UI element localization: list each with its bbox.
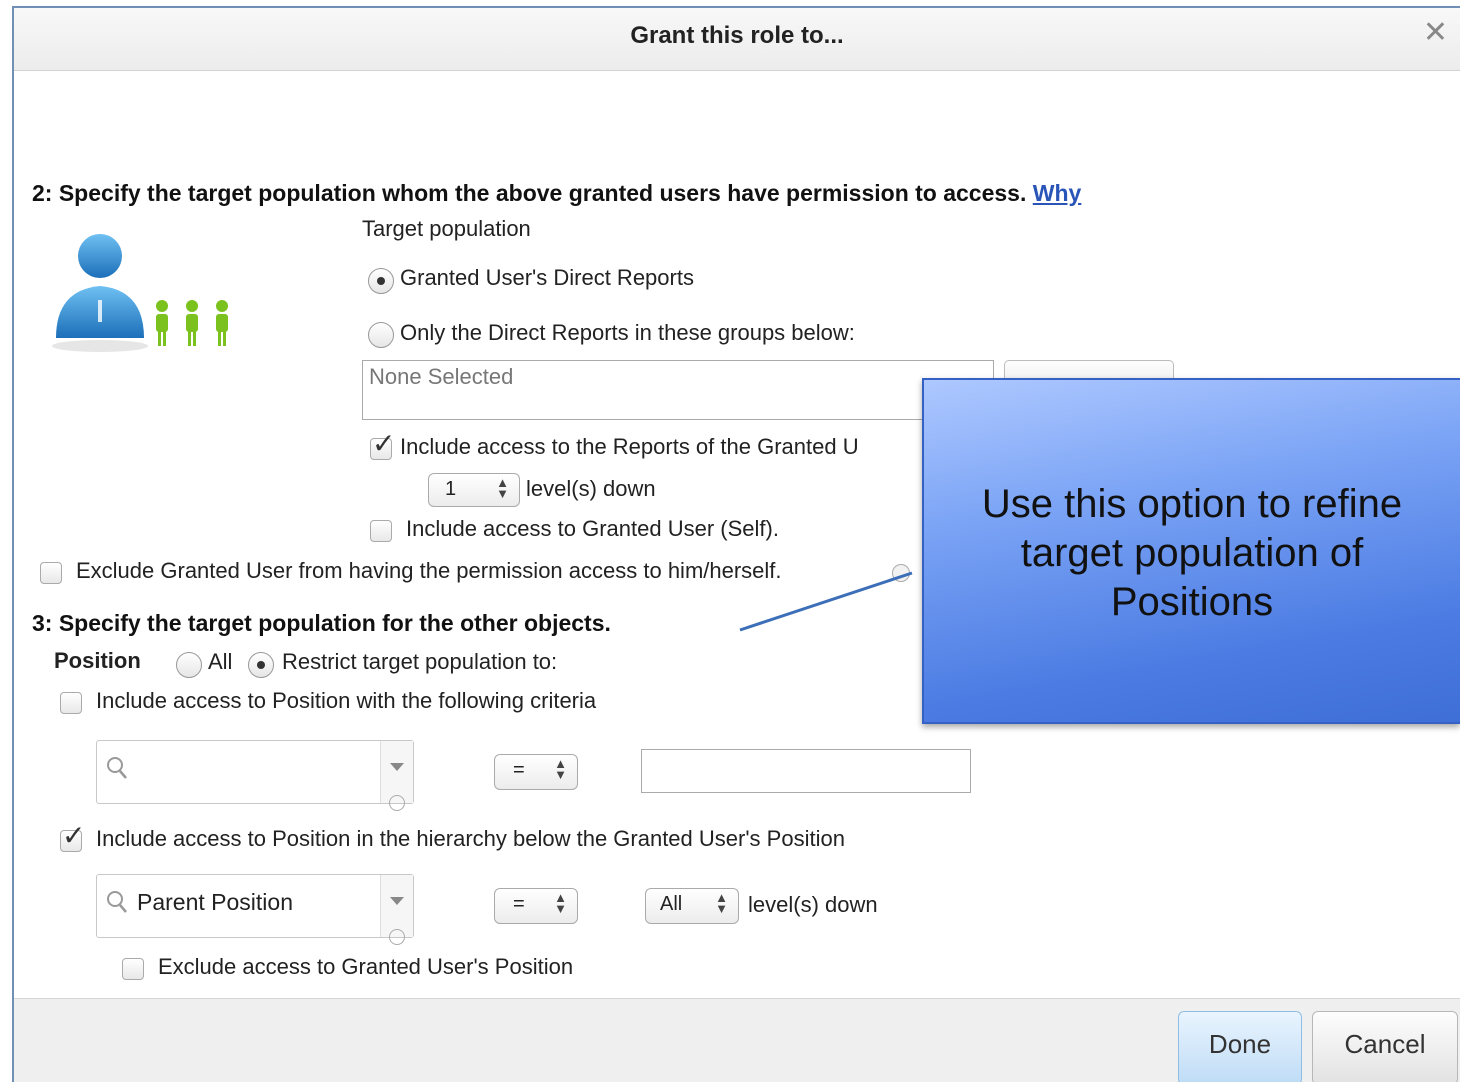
callout-text: Use this option to refine target populat… (924, 480, 1460, 627)
callout-line-3: Positions (1110, 580, 1274, 624)
annotation-callout: Use this option to refine target populat… (922, 378, 1460, 724)
callout-line-2: target population of (1020, 531, 1364, 575)
callout-line-1: Use this option to refine (981, 482, 1403, 526)
